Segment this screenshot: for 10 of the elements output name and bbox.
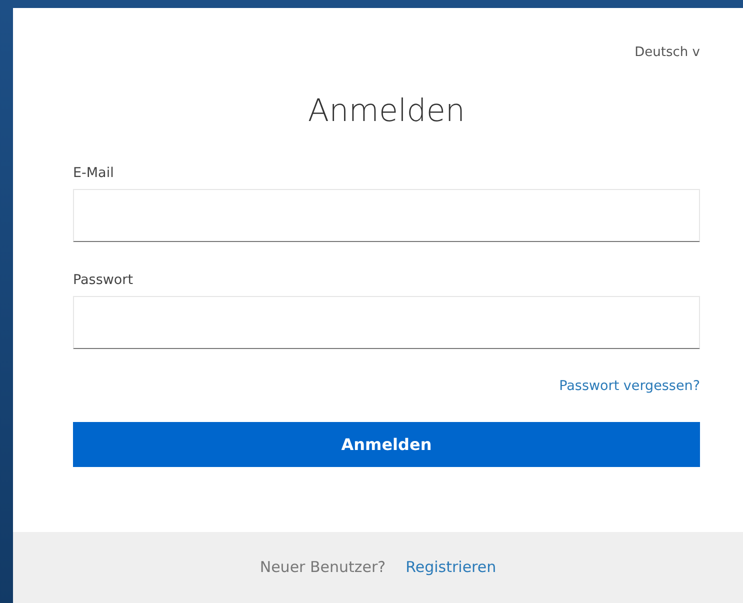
forgot-password-link[interactable]: Passwort vergessen? [559, 376, 700, 396]
email-field[interactable] [73, 188, 700, 242]
field-label: E-Mail [73, 164, 115, 183]
footer-text: Neuer Benutzer? [260, 557, 386, 578]
password-field[interactable] [73, 296, 700, 350]
login-button[interactable]: Anmelden [73, 422, 700, 468]
field-label: Passwort [73, 270, 134, 290]
language-selector[interactable]: Deutsch v [634, 43, 700, 62]
page-title: Anmelden [308, 92, 466, 130]
register-link[interactable]: Registrieren [406, 556, 496, 579]
